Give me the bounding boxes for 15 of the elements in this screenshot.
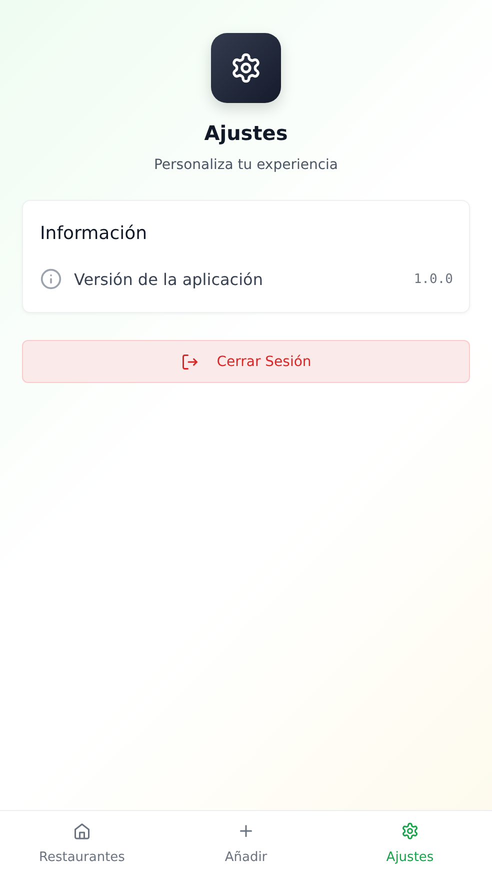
- nav-tab[interactable]: Ajustes: [328, 811, 492, 881]
- page-subtitle: Personaliza tu experiencia: [154, 157, 338, 173]
- page-title: Ajustes: [204, 121, 288, 145]
- info-label: Versión de la aplicación: [74, 270, 264, 288]
- nav-tab[interactable]: Restaurantes: [0, 811, 164, 881]
- logout-button[interactable]: Cerrar Sesión: [22, 340, 470, 383]
- info-icon: [40, 268, 62, 290]
- plus-icon: [237, 822, 255, 840]
- settings-logo: [211, 33, 281, 103]
- settings-icon: [401, 822, 419, 840]
- nav-tab[interactable]: Añadir: [164, 811, 328, 881]
- logout-icon: [180, 352, 199, 370]
- home-icon: [73, 822, 91, 840]
- card-title: Información: [40, 223, 148, 244]
- info-value: 1.0.0: [414, 272, 453, 286]
